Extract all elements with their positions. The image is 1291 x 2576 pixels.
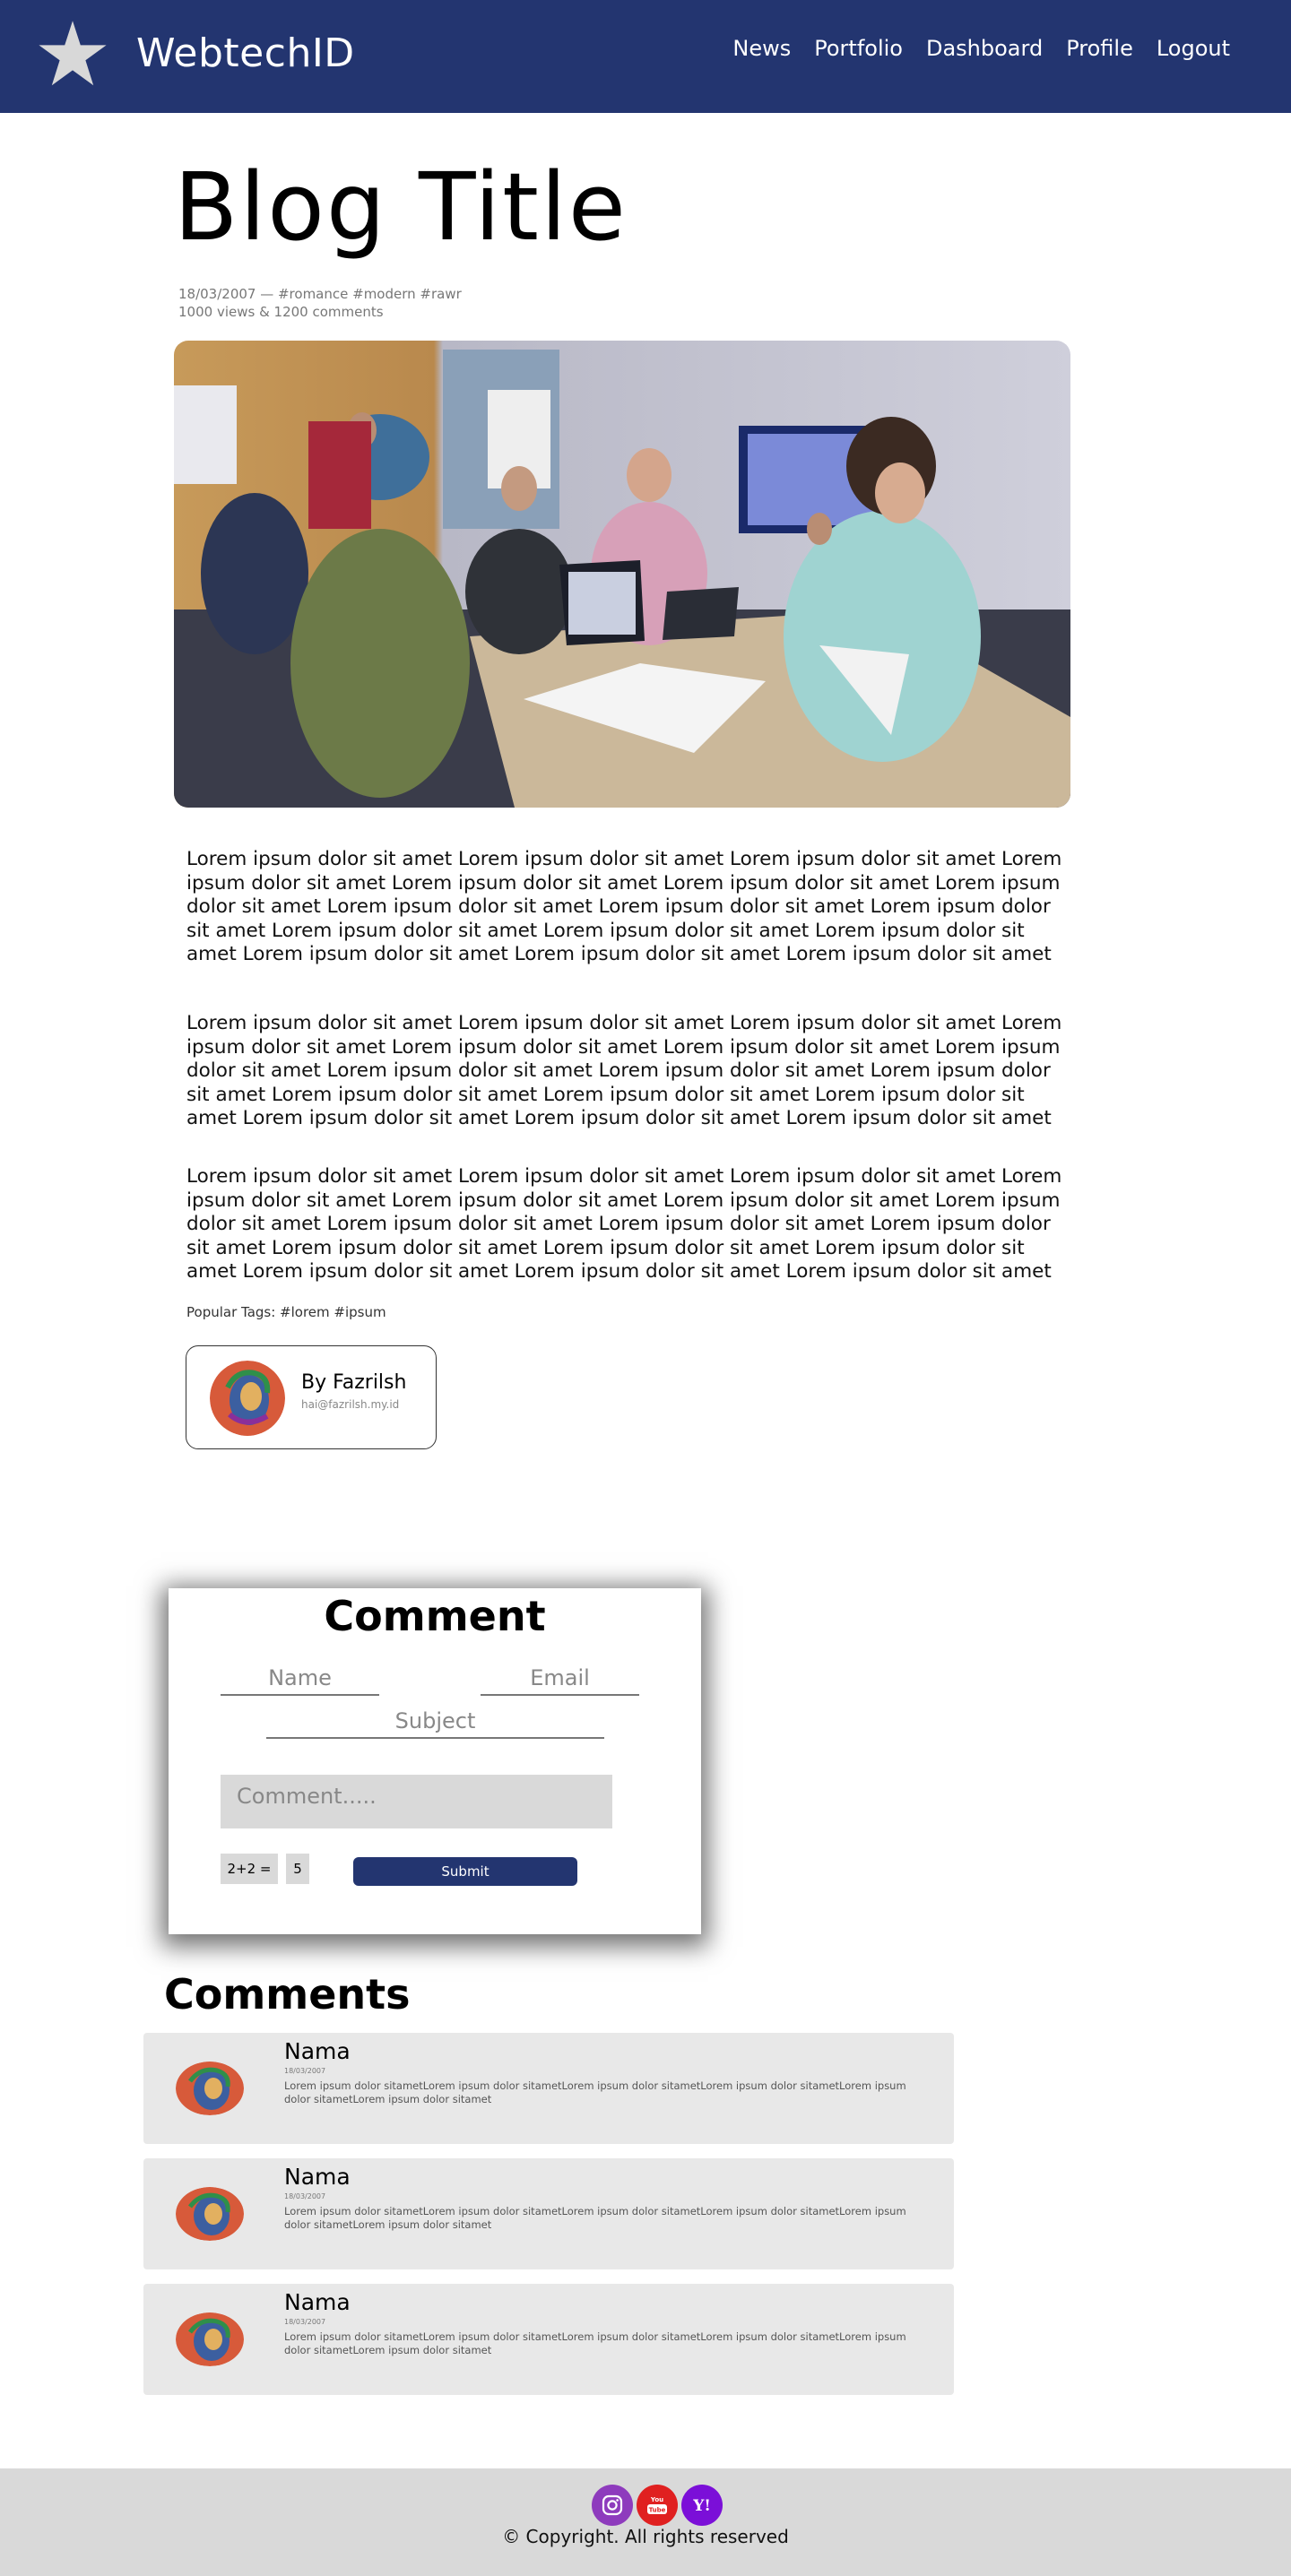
nav-link-profile[interactable]: Profile: [1066, 36, 1133, 61]
navbar: WebtechID News Portfolio Dashboard Profi…: [0, 0, 1291, 113]
commenter-avatar: [176, 2187, 244, 2241]
comment-text: Lorem ipsum dolor sitametLorem ipsum dol…: [284, 2205, 906, 2231]
captcha-question: 2+2 =: [221, 1854, 278, 1884]
nav-menu: News Portfolio Dashboard Profile Logout: [732, 36, 1230, 61]
submit-button[interactable]: Submit: [353, 1857, 577, 1886]
captcha-answer-input[interactable]: 5: [286, 1854, 309, 1884]
post-date-tags: 18/03/2007 — #romance #modern #rawr: [178, 286, 462, 302]
commenter-name: Nama: [284, 2164, 351, 2190]
email-input[interactable]: [481, 1662, 639, 1696]
nav-link-portfolio[interactable]: Portfolio: [814, 36, 903, 61]
name-input[interactable]: [221, 1662, 379, 1696]
brand-name[interactable]: WebtechID: [136, 30, 355, 76]
star-icon[interactable]: [36, 18, 109, 90]
yahoo-icon[interactable]: Y!: [681, 2485, 723, 2526]
svg-text:Tube: Tube: [649, 2507, 666, 2514]
comment-text: Lorem ipsum dolor sitametLorem ipsum dol…: [284, 2330, 906, 2356]
blog-title: Blog Title: [174, 152, 628, 262]
post-meta: 18/03/2007 — #romance #modern #rawr 1000…: [178, 285, 462, 321]
comment-text: Lorem ipsum dolor sitametLorem ipsum dol…: [284, 2079, 906, 2105]
instagram-icon[interactable]: [592, 2485, 633, 2526]
author-email[interactable]: hai@fazrilsh.my.id: [301, 1398, 399, 1411]
footer: You Tube Y! © Copyright. All rights rese…: [0, 2468, 1291, 2576]
commenter-avatar: [176, 2062, 244, 2115]
nav-link-dashboard[interactable]: Dashboard: [926, 36, 1043, 61]
commenter-name: Nama: [284, 2038, 351, 2064]
comment-item: Nama 18/03/2007 Lorem ipsum dolor sitame…: [143, 2033, 954, 2144]
comment-item: Nama 18/03/2007 Lorem ipsum dolor sitame…: [143, 2284, 954, 2395]
popular-tags: Popular Tags: #lorem #ipsum: [186, 1304, 386, 1320]
comments-heading: Comments: [164, 1970, 411, 2018]
article-paragraph-1: Lorem ipsum dolor sit amet Lorem ipsum d…: [186, 848, 1062, 965]
commenter-avatar: [176, 2312, 244, 2366]
article-paragraph-2: Lorem ipsum dolor sit amet Lorem ipsum d…: [186, 1012, 1062, 1129]
comment-date: 18/03/2007: [284, 2192, 326, 2200]
comment-date: 18/03/2007: [284, 2067, 326, 2075]
hero-image: [174, 341, 1070, 808]
author-name: By Fazrilsh: [301, 1371, 407, 1394]
svg-text:You: You: [650, 2496, 663, 2503]
svg-text:Y!: Y!: [692, 2497, 711, 2515]
youtube-icon[interactable]: You Tube: [637, 2485, 678, 2526]
author-avatar: [210, 1361, 285, 1436]
copyright-text: © Copyright. All rights reserved: [502, 2526, 789, 2547]
nav-link-logout[interactable]: Logout: [1157, 36, 1230, 61]
nav-link-news[interactable]: News: [732, 36, 791, 61]
author-card[interactable]: By Fazrilsh hai@fazrilsh.my.id: [186, 1345, 437, 1449]
post-stats: 1000 views & 1200 comments: [178, 304, 384, 320]
comment-textarea[interactable]: [221, 1775, 612, 1828]
commenter-name: Nama: [284, 2289, 351, 2315]
comment-form: Comment 2+2 = 5 Submit: [169, 1588, 701, 1934]
comment-date: 18/03/2007: [284, 2318, 326, 2326]
comment-item: Nama 18/03/2007 Lorem ipsum dolor sitame…: [143, 2158, 954, 2269]
comment-form-title: Comment: [324, 1592, 546, 1640]
article-paragraph-3: Lorem ipsum dolor sit amet Lorem ipsum d…: [186, 1165, 1062, 1283]
subject-input[interactable]: [266, 1705, 604, 1739]
